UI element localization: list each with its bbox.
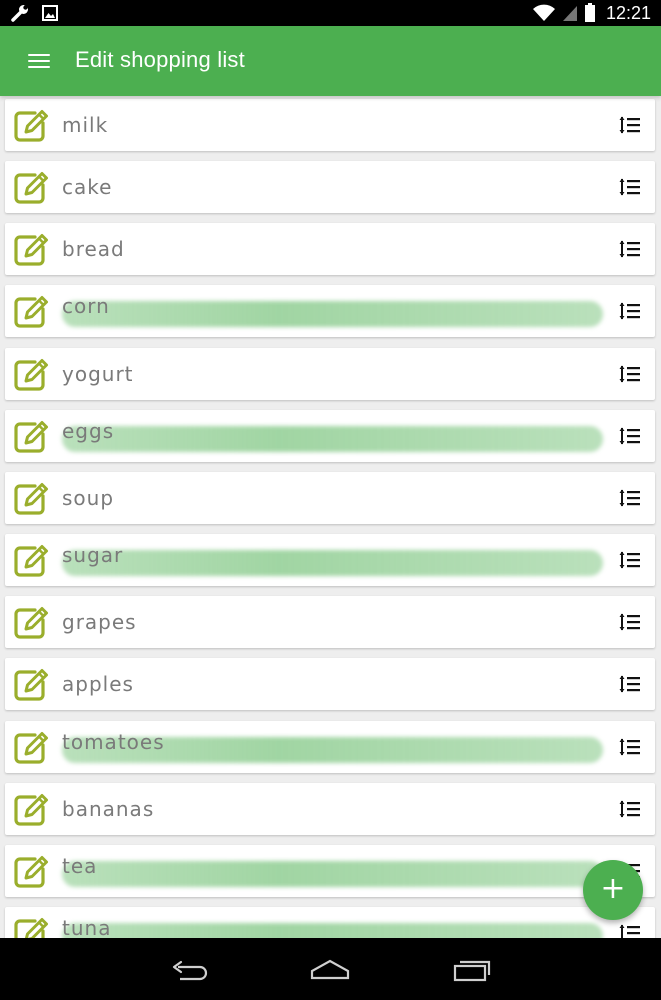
menu-icon[interactable] <box>28 52 50 70</box>
wrench-icon <box>11 5 28 22</box>
highlight-stroke <box>62 426 603 452</box>
status-time: 12:21 <box>605 3 651 23</box>
signal-icon <box>562 6 577 21</box>
recents-icon[interactable] <box>452 958 492 982</box>
list-item[interactable]: yogurt <box>5 348 655 400</box>
item-label: grapes <box>62 610 137 634</box>
status-right: 12:21 <box>532 3 651 23</box>
edit-icon[interactable] <box>13 791 51 827</box>
edit-icon[interactable] <box>13 915 51 938</box>
item-label: tomatoes <box>62 730 165 754</box>
edit-icon[interactable] <box>13 604 51 640</box>
reorder-icon[interactable] <box>619 550 641 570</box>
status-left-icons <box>10 3 58 23</box>
edit-icon[interactable] <box>13 729 51 765</box>
page-title: Edit shopping list <box>75 47 245 72</box>
item-label: milk <box>62 113 109 137</box>
edit-icon[interactable] <box>13 666 51 702</box>
list-item[interactable]: tomatoes <box>5 721 655 773</box>
navigation-bar <box>0 938 661 1000</box>
list-item[interactable]: milk <box>5 99 655 151</box>
list-item[interactable]: cake <box>5 161 655 213</box>
edit-icon[interactable] <box>13 169 51 205</box>
reorder-icon[interactable] <box>619 177 641 197</box>
reorder-icon[interactable] <box>619 239 641 259</box>
list-item[interactable]: grapes <box>5 596 655 648</box>
list-item[interactable]: apples <box>5 658 655 710</box>
list-item[interactable]: bananas <box>5 783 655 835</box>
reorder-icon[interactable] <box>619 426 641 446</box>
highlight-stroke <box>62 550 603 576</box>
item-label: bread <box>62 237 125 261</box>
list-item[interactable]: tuna <box>5 907 655 938</box>
reorder-icon[interactable] <box>619 737 641 757</box>
add-item-button[interactable]: + <box>583 860 643 920</box>
reorder-icon[interactable] <box>619 674 641 694</box>
reorder-icon[interactable] <box>619 799 641 819</box>
reorder-icon[interactable] <box>619 364 641 384</box>
reorder-icon[interactable] <box>619 301 641 321</box>
list-item[interactable]: sugar <box>5 534 655 586</box>
list-item[interactable]: soup <box>5 472 655 524</box>
home-icon[interactable] <box>310 958 350 982</box>
edit-icon[interactable] <box>13 418 51 454</box>
item-label: yogurt <box>62 362 134 386</box>
edit-icon[interactable] <box>13 231 51 267</box>
reorder-icon[interactable] <box>619 612 641 632</box>
edit-icon[interactable] <box>13 107 51 143</box>
edit-icon[interactable] <box>13 293 51 329</box>
edit-icon[interactable] <box>13 480 51 516</box>
item-label: apples <box>62 672 134 696</box>
item-label: cake <box>62 175 113 199</box>
item-label: tuna <box>62 916 112 938</box>
item-label: corn <box>62 294 110 318</box>
reorder-icon[interactable] <box>619 923 641 938</box>
reorder-icon[interactable] <box>619 488 641 508</box>
shopping-list: milk cake bread corn yogurt eggs soup sugar grap… <box>0 96 661 938</box>
highlight-stroke <box>62 301 603 327</box>
highlight-stroke <box>62 861 603 887</box>
list-item[interactable]: eggs <box>5 410 655 462</box>
status-bar: 12:21 <box>0 0 661 26</box>
edit-icon[interactable] <box>13 853 51 889</box>
item-label: tea <box>62 854 98 878</box>
add-icon: + <box>600 871 626 906</box>
wifi-icon <box>532 4 555 21</box>
back-icon[interactable] <box>170 958 210 982</box>
highlight-stroke <box>62 923 603 938</box>
app-bar: Edit shopping list <box>0 26 661 96</box>
battery-icon <box>584 3 595 22</box>
list-item[interactable]: tea <box>5 845 655 897</box>
item-label: eggs <box>62 419 115 443</box>
image-icon <box>42 5 58 21</box>
item-label: soup <box>62 486 115 510</box>
list-item[interactable]: bread <box>5 223 655 275</box>
edit-icon[interactable] <box>13 542 51 578</box>
reorder-icon[interactable] <box>619 115 641 135</box>
item-label: bananas <box>62 797 155 821</box>
item-label: sugar <box>62 543 124 567</box>
list-item[interactable]: corn <box>5 285 655 337</box>
edit-icon[interactable] <box>13 356 51 392</box>
